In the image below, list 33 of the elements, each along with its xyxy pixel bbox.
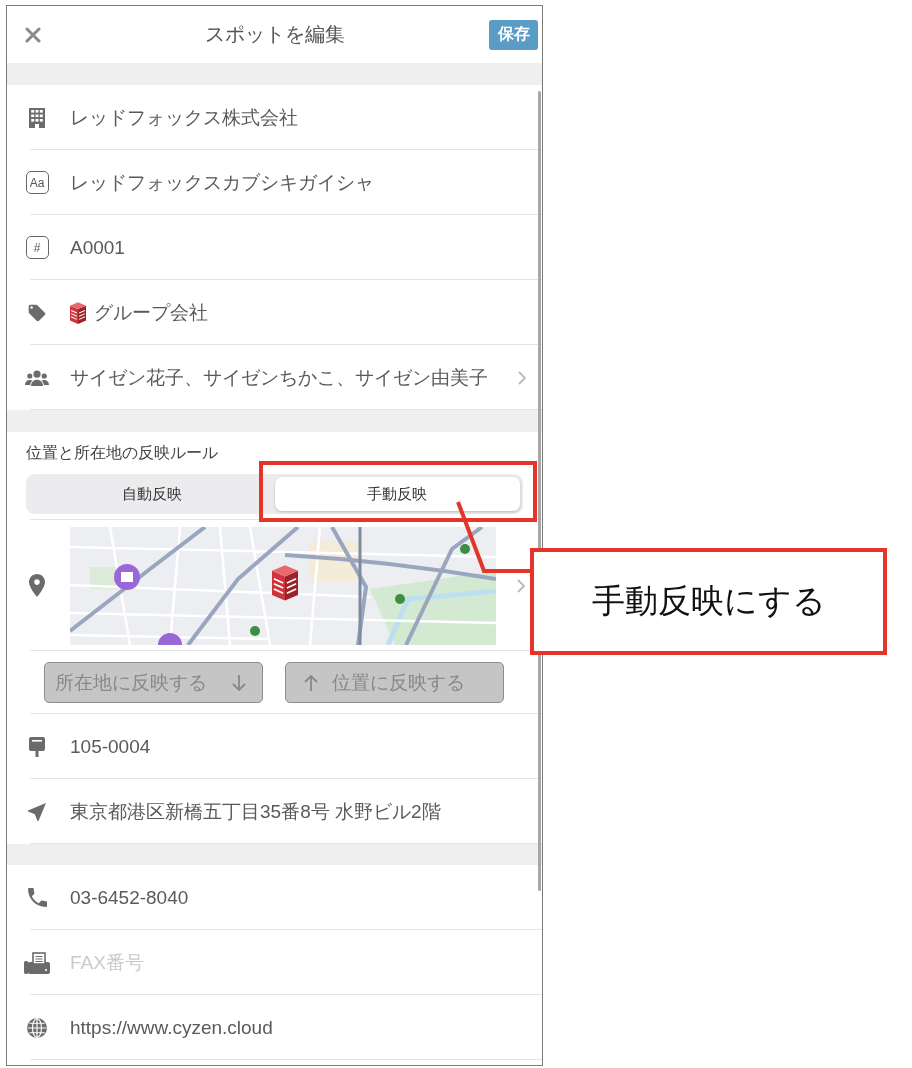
mailbox-icon [29,736,45,757]
tag-icon [27,302,47,323]
chevron-icon [518,370,526,385]
close-icon[interactable] [25,26,41,43]
screen-title: スポットを編集 [204,22,345,47]
website-field[interactable]: https://www.cyzen.cloud [70,1013,526,1042]
members-picker[interactable]: サイゼン花子、サイゼンちかこ、サイゼン由美子 [70,364,526,391]
building-icon [29,107,45,128]
company-name-field[interactable]: レッドフォックス株式会社 [70,103,526,132]
spot-code-field[interactable]: A0001 [70,233,526,262]
address-field[interactable]: 東京都港区新橋五丁目35番8号 水野ビル2階 [70,797,526,826]
people-icon [25,369,49,386]
navigation-arrow-icon [28,802,46,821]
arrow-down-icon [232,673,246,692]
phone-field[interactable]: 03-6452-8040 [70,883,526,912]
company-reading-field[interactable]: レッドフォックスカブシキガイシャ [70,168,526,197]
location-pin-icon [29,574,45,597]
callout-box: 手動反映にする [530,548,887,655]
building-marker-icon [272,562,298,601]
segment-tab[interactable]: 手動反映 [274,477,520,511]
letters-icon: Aa [25,171,49,194]
fax-icon [24,951,50,974]
chevron-icon [517,578,525,593]
globe-icon [27,1017,47,1038]
postal-code-field[interactable]: 105-0004 [70,732,526,761]
arrow-up-icon [304,673,318,692]
phone-icon [27,888,47,907]
section-label: 位置と所在地の反映ルール [26,443,219,463]
building-marker-icon [70,301,86,324]
hash-icon: # [25,236,49,259]
map-drawing[interactable] [70,526,496,645]
segment-tab[interactable]: 自動反映 [29,477,275,511]
group-picker[interactable]: グループ会社 [70,299,526,326]
